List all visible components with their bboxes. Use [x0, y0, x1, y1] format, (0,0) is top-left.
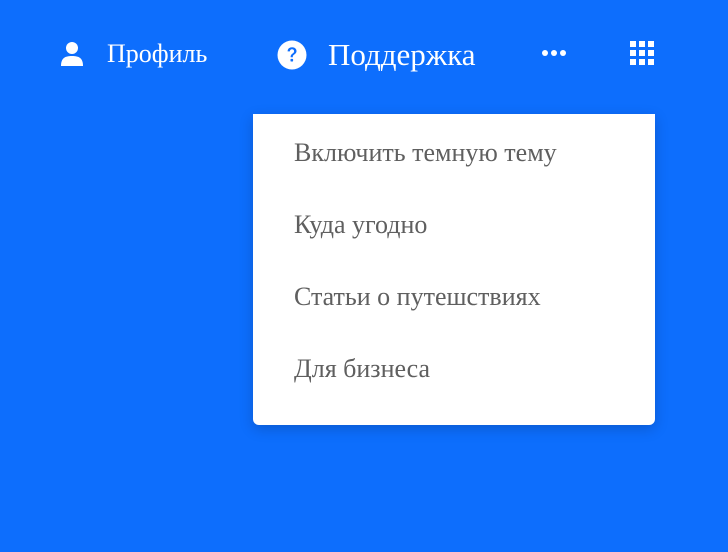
user-icon: [60, 41, 84, 67]
more-dropdown-menu: Включить темную тему Куда угодно Статьи …: [253, 114, 655, 425]
question-circle-icon: [277, 40, 307, 70]
menu-item-for-business[interactable]: Для бизнеса: [294, 350, 430, 388]
profile-label: Профиль: [107, 39, 208, 68]
menu-item-label: Куда угодно: [294, 210, 428, 239]
top-navigation-bar: Профиль Поддержка: [0, 0, 728, 110]
menu-item-label: Статьи о путешствиях: [294, 282, 541, 311]
apps-menu-button[interactable]: [629, 40, 655, 66]
profile-link[interactable]: Профиль: [60, 36, 207, 72]
menu-item-dark-theme[interactable]: Включить темную тему: [294, 134, 557, 172]
support-label: Поддержка: [328, 37, 476, 72]
support-link[interactable]: Поддержка: [277, 36, 476, 74]
menu-item-label: Для бизнеса: [294, 354, 431, 383]
more-horizontal-icon: [541, 49, 567, 57]
more-menu-button[interactable]: [540, 42, 568, 64]
menu-item-travel-articles[interactable]: Статьи о путешствиях: [294, 278, 541, 316]
menu-item-anywhere[interactable]: Куда угодно: [294, 206, 427, 244]
apps-grid-icon: [630, 41, 654, 65]
menu-item-label: Включить темную тему: [294, 138, 557, 167]
